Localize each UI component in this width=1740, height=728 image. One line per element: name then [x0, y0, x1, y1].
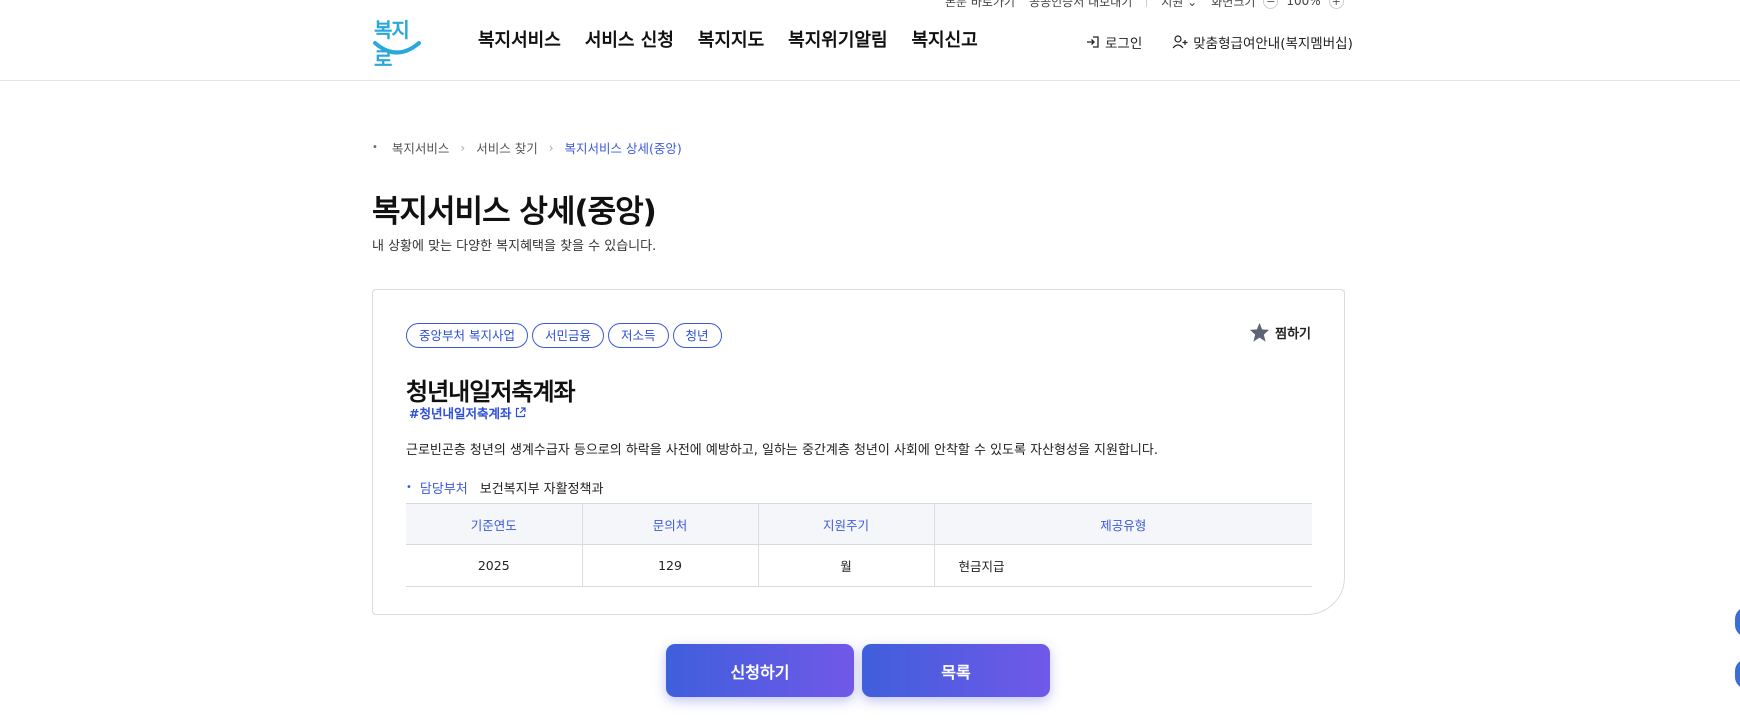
- cell-provision-type: 현금지급: [934, 544, 1312, 587]
- department-label: 담당부처: [419, 482, 468, 497]
- nav-welfare-services[interactable]: 복지서비스: [478, 26, 561, 52]
- login-label: 로그인: [1105, 36, 1143, 52]
- favorite-button[interactable]: 찜하기: [1249, 322, 1311, 342]
- user-add-icon: [1172, 35, 1188, 49]
- chevron-right-icon: ›: [548, 140, 554, 155]
- breadcrumb: • 복지서비스 › 서비스 찾기 › 복지서비스 상세(중앙): [372, 138, 682, 157]
- tag-youth[interactable]: 청년: [672, 323, 722, 348]
- tag-list: 중앙부처 복지사업 서민금융 저소득 청년: [406, 323, 722, 348]
- service-info-table: 기준연도 문의처 지원주기 제공유형 2025 129 월 현금지급: [406, 503, 1312, 587]
- nav-welfare-map[interactable]: 복지지도: [698, 26, 764, 52]
- header-utility: 로그인 맞춤형급여안내(복지멤버십): [1086, 32, 1353, 52]
- service-title: 청년내일저축계좌: [406, 378, 576, 406]
- home-bullet-icon: •: [372, 142, 378, 153]
- bullet-icon: •: [406, 482, 412, 493]
- page-subtitle: 내 상황에 맞는 다양한 복지혜택을 찾을 수 있습니다.: [372, 239, 657, 254]
- table-header-row: 기준연도 문의처 지원주기 제공유형: [406, 503, 1312, 545]
- page-title: 복지서비스 상세(중앙): [372, 194, 657, 230]
- chevron-right-icon: ›: [460, 140, 466, 155]
- login-button[interactable]: 로그인: [1086, 32, 1142, 52]
- header-support-cycle: 지원주기: [758, 503, 935, 545]
- main-nav: 복지서비스 서비스 신청 복지지도 복지위기알림 복지신고: [478, 26, 978, 52]
- hashtag-link[interactable]: #청년내일저축계좌: [409, 403, 527, 422]
- site-header: 복지로 복지서비스 서비스 신청 복지지도 복지위기알림 복지신고 로그인 맞춤…: [0, 0, 1740, 81]
- apply-button[interactable]: 신청하기: [666, 644, 854, 697]
- cell-support-cycle: 월: [758, 544, 935, 587]
- favorite-label: 찜하기: [1275, 326, 1311, 342]
- site-logo[interactable]: 복지로: [372, 14, 422, 71]
- tag-low-income[interactable]: 저소득: [608, 323, 669, 348]
- tag-central-welfare[interactable]: 중앙부처 복지사업: [406, 323, 528, 348]
- department-row: • 담당부처 보건복지부 자활정책과: [406, 478, 603, 497]
- breadcrumb-item-current: 복지서비스 상세(중앙): [564, 141, 682, 156]
- hashtag-label: #청년내일저축계좌: [409, 406, 512, 421]
- nav-crisis-alert[interactable]: 복지위기알림: [788, 26, 887, 52]
- service-card: 중앙부처 복지사업 서민금융 저소득 청년 찜하기 청년내일저축계좌 #청년내일…: [372, 289, 1345, 615]
- nav-welfare-report[interactable]: 복지신고: [912, 26, 978, 52]
- nav-service-apply[interactable]: 서비스 신청: [585, 26, 674, 52]
- cell-base-year: 2025: [406, 544, 583, 587]
- external-link-icon: [516, 407, 527, 418]
- table-row: 2025 129 월 현금지급: [406, 544, 1312, 587]
- floating-top-button[interactable]: [1735, 659, 1740, 689]
- floating-quick-button[interactable]: [1735, 607, 1740, 637]
- logo-smile-icon: [373, 41, 421, 55]
- department-value: 보건복지부 자활정책과: [479, 482, 604, 497]
- header-provision-type: 제공유형: [934, 503, 1312, 545]
- service-description: 근로빈곤층 청년의 생계수급자 등으로의 하락을 사전에 예방하고, 일하는 중…: [406, 443, 1158, 458]
- list-button[interactable]: 목록: [862, 644, 1050, 697]
- star-icon: [1250, 322, 1270, 342]
- header-base-year: 기준연도: [406, 503, 583, 545]
- membership-label: 맞춤형급여안내(복지멤버십): [1193, 36, 1353, 52]
- breadcrumb-item-welfare[interactable]: 복지서비스: [392, 138, 450, 157]
- tag-finance[interactable]: 서민금융: [531, 323, 604, 348]
- membership-link[interactable]: 맞춤형급여안내(복지멤버십): [1172, 32, 1353, 52]
- header-contact: 문의처: [582, 503, 759, 545]
- login-icon: [1087, 36, 1099, 48]
- cell-contact: 129: [582, 544, 759, 587]
- breadcrumb-item-search[interactable]: 서비스 찾기: [476, 138, 537, 157]
